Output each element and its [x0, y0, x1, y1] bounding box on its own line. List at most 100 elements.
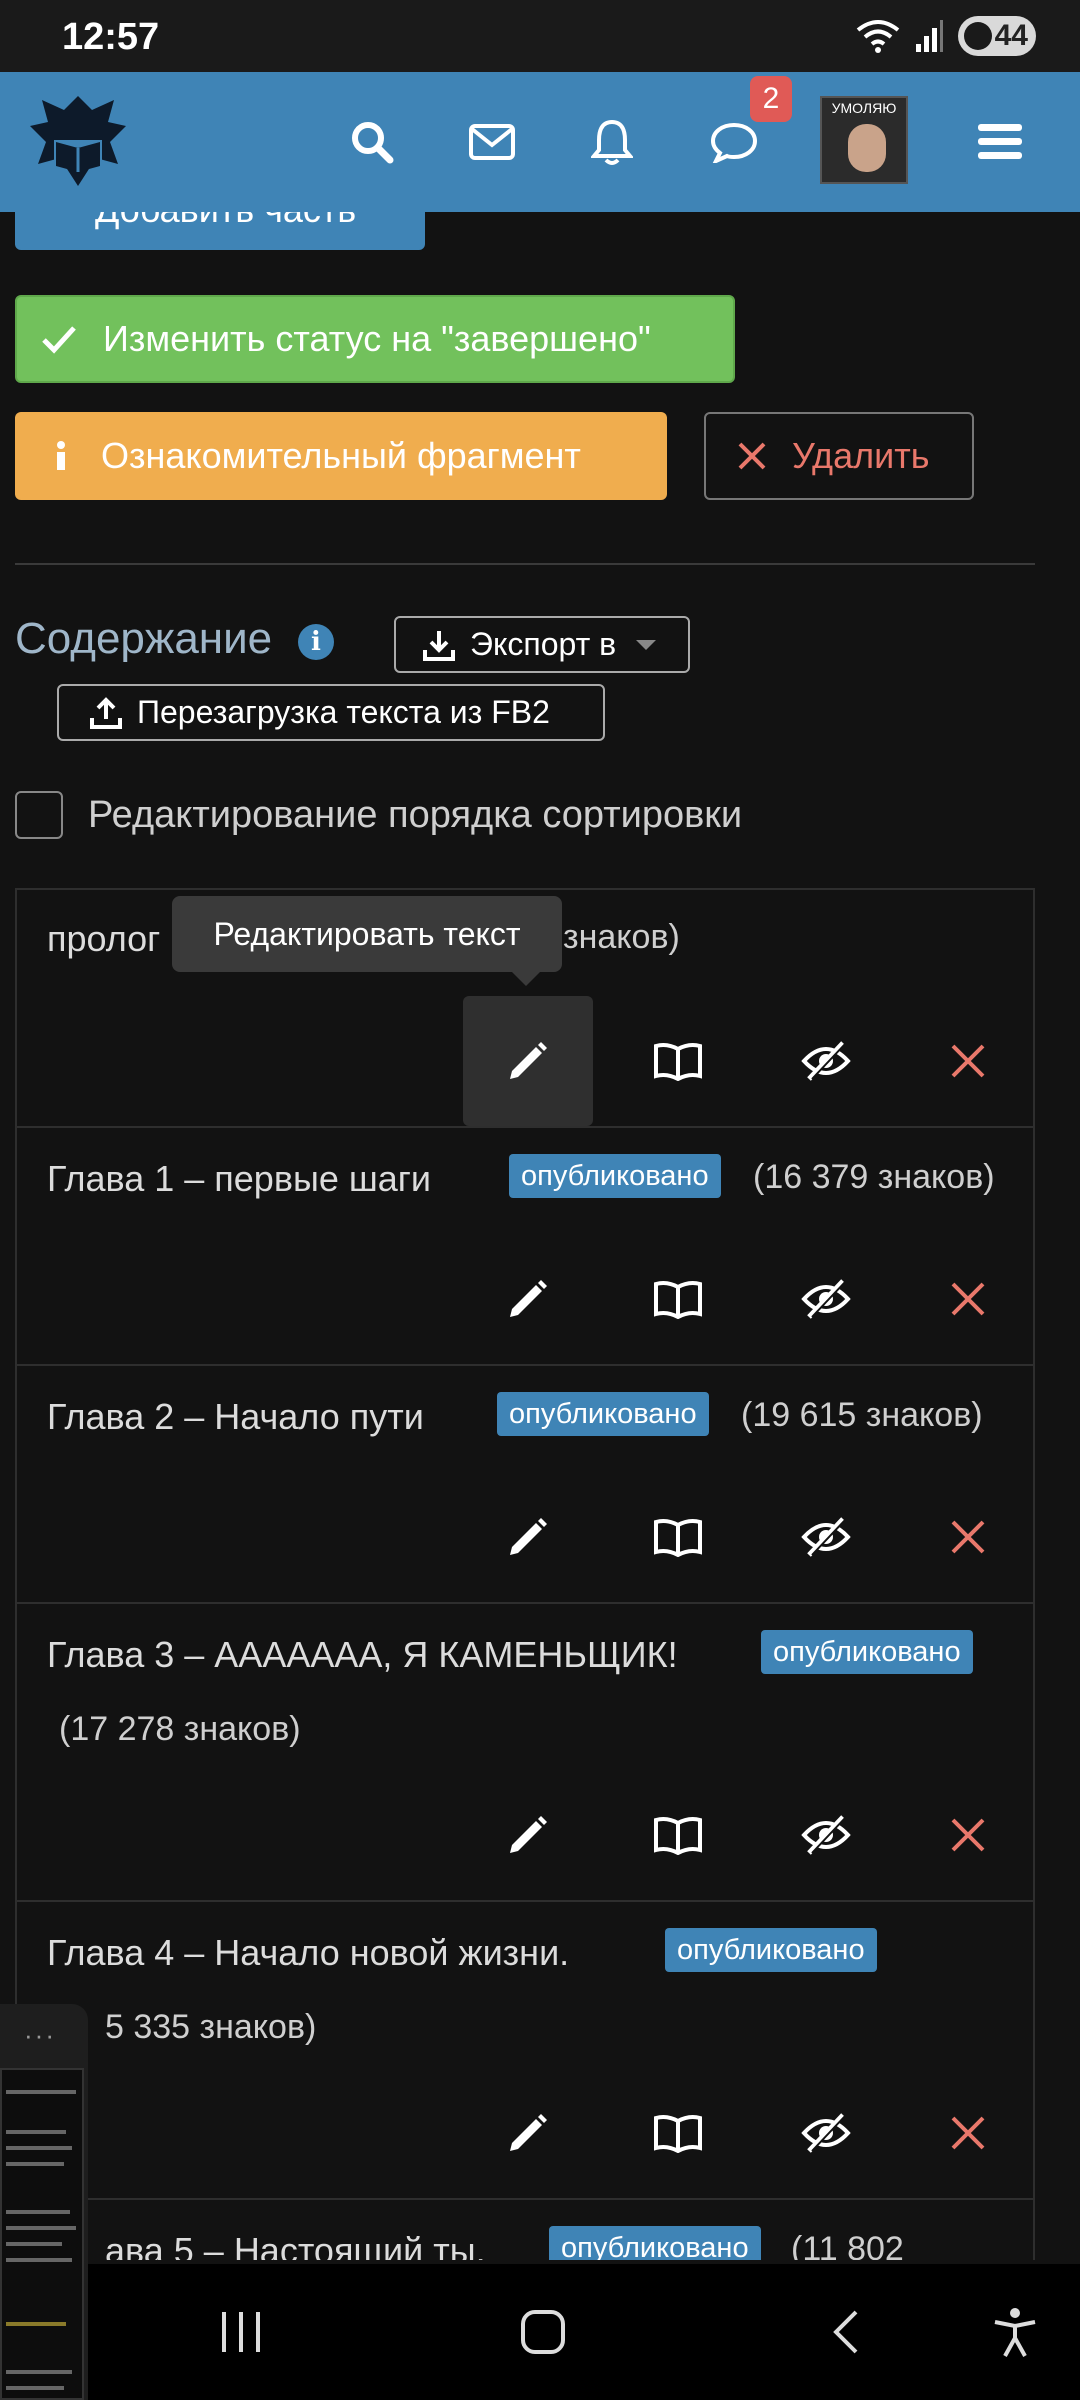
site-logo[interactable] [22, 86, 134, 198]
menu-icon[interactable] [972, 114, 1028, 170]
sort-order-checkbox[interactable] [15, 791, 63, 839]
close-icon [951, 1044, 985, 1078]
avatar[interactable]: УМОЛЯЮ [820, 96, 908, 184]
close-icon [951, 1282, 985, 1316]
status-badge: опубликовано [665, 1928, 877, 1972]
export-label: Экспорт в [470, 626, 617, 662]
delete-chapter-button[interactable] [903, 996, 1033, 1126]
edit-text-button[interactable] [463, 1770, 593, 1900]
search-icon[interactable] [344, 114, 400, 170]
preview-line [6, 2130, 66, 2134]
export-button[interactable]: Экспорт в [394, 616, 690, 673]
edit-text-button[interactable] [463, 996, 593, 1126]
info-icon [57, 441, 65, 470]
sort-order-label: Редактирование порядка сортировки [88, 794, 743, 836]
delete-button[interactable]: Удалить [704, 412, 974, 500]
download-icon [423, 630, 455, 661]
avatar-face [848, 124, 886, 172]
preview-fragment-label: Ознакомительный фрагмент [101, 435, 581, 476]
battery-level: 44 [994, 19, 1028, 52]
list-item: Глава 1 – первые шаги опубликовано (16 3… [17, 1128, 1033, 1366]
status-badge: опубликовано [497, 1392, 709, 1436]
chapter-title[interactable]: пролог [47, 918, 160, 960]
upload-icon [90, 696, 122, 729]
chapter-title[interactable]: Глава 1 – первые шаги [47, 1158, 431, 1200]
wifi-icon [856, 20, 900, 53]
read-button[interactable] [613, 2068, 743, 2198]
delete-chapter-button[interactable] [903, 2068, 1033, 2198]
list-item: ава 5 – Настоящий ты. опубликовано (11 8… [17, 2200, 1033, 2260]
delete-chapter-button[interactable] [903, 1472, 1033, 1602]
back-icon[interactable] [810, 2300, 880, 2364]
preview-line [6, 2242, 62, 2246]
delete-chapter-button[interactable] [903, 1234, 1033, 1364]
mail-icon[interactable] [464, 114, 520, 170]
close-icon [738, 442, 766, 470]
eye-slash-icon [801, 1517, 851, 1557]
pencil-icon [510, 2114, 547, 2151]
power-saving-icon [964, 22, 992, 50]
visibility-toggle-button[interactable] [761, 996, 891, 1126]
preview-line [6, 2226, 76, 2230]
edit-text-button[interactable] [463, 1472, 593, 1602]
clock: 12:57 [62, 16, 160, 58]
chevron-down-icon [636, 639, 657, 650]
preview-line [6, 2210, 70, 2214]
preview-line [6, 2322, 66, 2326]
pencil-icon [510, 1042, 547, 1079]
eye-slash-icon [801, 2113, 851, 2153]
read-button[interactable] [613, 996, 743, 1126]
floating-app-window[interactable]: ··· [0, 2004, 88, 2400]
delete-chapter-button[interactable] [903, 1770, 1033, 1900]
book-icon [654, 1817, 702, 1855]
battery-indicator: 44 [958, 16, 1036, 56]
chapter-title[interactable]: Глава 3 – ААААААА, Я КАМЕНЬЩИК! [47, 1634, 678, 1676]
home-icon[interactable] [508, 2300, 578, 2364]
avatar-caption: УМОЛЯЮ [831, 100, 897, 116]
chat-icon[interactable] [706, 114, 762, 170]
chapter-title[interactable]: Глава 2 – Начало пути [47, 1396, 424, 1438]
list-item: Глава 4 – Начало новой жизни. опубликова… [17, 1902, 1033, 2200]
info-icon[interactable]: i [298, 624, 334, 660]
chapter-char-count: знаков) [563, 918, 680, 956]
chapter-char-count: (11 802 [791, 2230, 904, 2260]
close-icon [951, 2116, 985, 2150]
reload-fb2-button[interactable]: Перезагрузка текста из FB2 [57, 684, 605, 741]
toc-title: Содержание [15, 614, 273, 663]
preview-fragment-button[interactable]: Ознакомительный фрагмент [15, 412, 667, 500]
edit-text-tooltip: Редактировать текст [172, 896, 562, 986]
close-icon [951, 1818, 985, 1852]
pencil-icon [510, 1280, 547, 1317]
reload-fb2-label: Перезагрузка текста из FB2 [137, 694, 550, 730]
read-button[interactable] [613, 1472, 743, 1602]
chapter-title[interactable]: Глава 4 – Начало новой жизни. [47, 1932, 569, 1974]
eye-slash-icon [801, 1279, 851, 1319]
status-badge: опубликовано [549, 2226, 761, 2260]
edit-text-button[interactable] [463, 1234, 593, 1364]
window-menu-icon[interactable]: ··· [24, 2020, 56, 2051]
notification-badge: 2 [750, 76, 792, 122]
mark-complete-button[interactable]: Изменить статус на "завершено" [15, 295, 735, 383]
edit-text-button[interactable] [463, 2068, 593, 2198]
book-icon [654, 2115, 702, 2153]
check-icon [42, 326, 76, 354]
chapter-title[interactable]: ава 5 – Настоящий ты. [105, 2230, 486, 2260]
status-bar: 12:57 44 [0, 0, 1080, 72]
visibility-toggle-button[interactable] [761, 1770, 891, 1900]
read-button[interactable] [613, 1234, 743, 1364]
bell-icon[interactable] [584, 114, 640, 170]
accessibility-icon[interactable] [980, 2300, 1050, 2364]
visibility-toggle-button[interactable] [761, 2068, 891, 2198]
chapter-list: пролог знаков) Глава 1 – первые шаги опу… [15, 888, 1035, 2260]
divider [15, 563, 1035, 565]
visibility-toggle-button[interactable] [761, 1234, 891, 1364]
close-icon [951, 1520, 985, 1554]
visibility-toggle-button[interactable] [761, 1472, 891, 1602]
recent-apps-icon[interactable] [206, 2300, 276, 2364]
floating-window-preview [0, 2068, 84, 2400]
eye-slash-icon [801, 1041, 851, 1081]
chapter-char-count: (16 379 знаков) [753, 1158, 995, 1196]
list-item: Глава 3 – ААААААА, Я КАМЕНЬЩИК! опублико… [17, 1604, 1033, 1902]
read-button[interactable] [613, 1770, 743, 1900]
pencil-icon [510, 1518, 547, 1555]
